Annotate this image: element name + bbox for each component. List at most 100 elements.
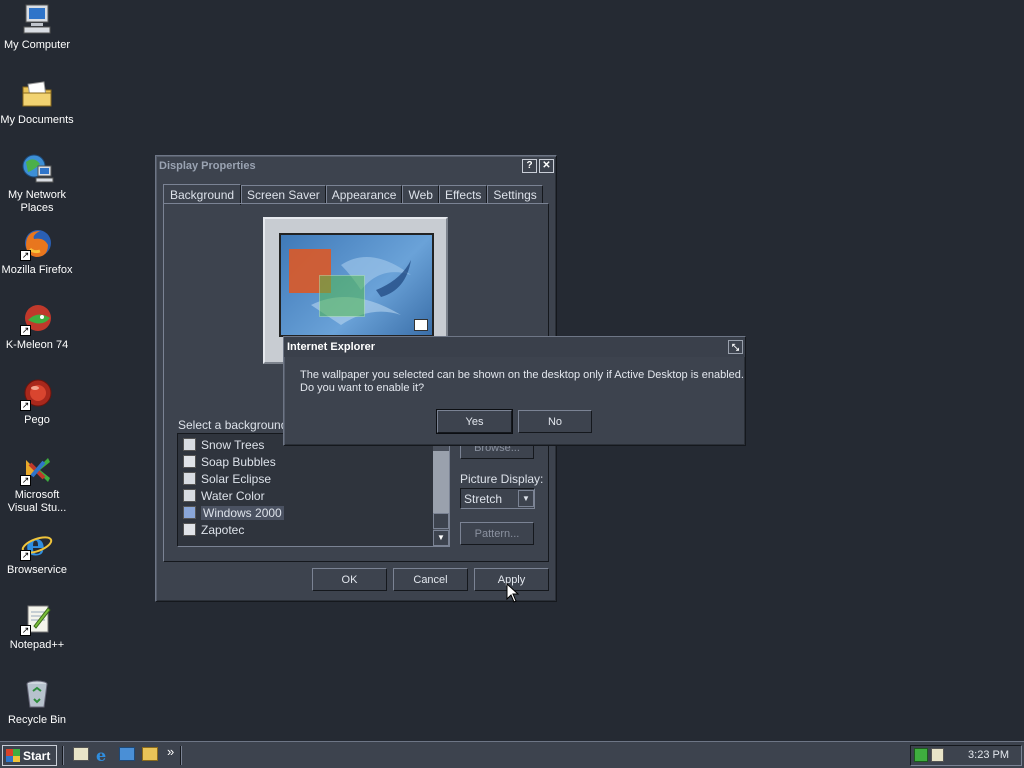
close-button[interactable]: ✕ bbox=[539, 158, 554, 173]
tab-web[interactable]: Web bbox=[402, 185, 439, 204]
wallpaper-file-icon bbox=[183, 506, 196, 519]
list-item[interactable]: Zapotec bbox=[178, 521, 449, 538]
help-button[interactable]: ? bbox=[522, 158, 537, 173]
cancel-button[interactable]: Cancel bbox=[393, 568, 468, 591]
yes-button[interactable]: Yes bbox=[436, 409, 513, 434]
wallpaper-file-icon bbox=[183, 472, 196, 485]
notepad-icon: ↗ bbox=[20, 602, 54, 636]
scrollbar-track[interactable] bbox=[433, 513, 449, 529]
desktop-icon-label: Pego bbox=[24, 414, 50, 426]
scroll-down-button[interactable]: ▼ bbox=[433, 530, 449, 546]
quick-launch-show-desktop[interactable] bbox=[73, 747, 89, 763]
list-item[interactable]: Solar Eclipse bbox=[178, 470, 449, 487]
desktop-icon-my-documents[interactable]: My Documents bbox=[0, 77, 74, 127]
windows-logo-icon bbox=[6, 749, 20, 762]
folder-icon bbox=[20, 77, 54, 111]
shortcut-arrow-icon: ↗ bbox=[20, 250, 31, 261]
list-item[interactable]: Soap Bubbles bbox=[178, 453, 449, 470]
desktop-icon-browservice[interactable]: e ↗ Browservice bbox=[0, 527, 74, 577]
shortcut-arrow-icon: ↗ bbox=[20, 550, 31, 561]
shortcut-arrow-icon: ↗ bbox=[20, 325, 31, 336]
dialog-message: The wallpaper you selected can be shown … bbox=[300, 369, 744, 395]
email-icon bbox=[119, 747, 135, 761]
start-button[interactable]: Start bbox=[2, 745, 57, 766]
pattern-button[interactable]: Pattern... bbox=[460, 522, 534, 545]
system-tray: 3:23 PM bbox=[910, 745, 1022, 766]
scrollbar-thumb[interactable] bbox=[433, 451, 449, 513]
dialog-title-bar[interactable]: Internet Explorer ⤡ bbox=[284, 337, 745, 357]
tab-strip: Background Screen Saver Appearance Web E… bbox=[163, 184, 543, 205]
wallpaper-file-icon bbox=[183, 489, 196, 502]
desktop-icon-notepad[interactable]: ↗ Notepad++ bbox=[0, 602, 74, 652]
picture-display-value: Stretch bbox=[464, 491, 503, 506]
desktop-icon-kmeleon[interactable]: ↗ K-Meleon 74 bbox=[0, 302, 74, 352]
quick-launch-explorer[interactable] bbox=[142, 747, 158, 763]
desktop-icon-firefox[interactable]: ↗ Mozilla Firefox bbox=[0, 227, 74, 277]
clock[interactable]: 3:23 PM bbox=[968, 749, 1009, 761]
start-label: Start bbox=[23, 748, 51, 763]
tab-background[interactable]: Background bbox=[163, 184, 242, 205]
desktop-icon-visual-studio[interactable]: ↗ Microsoft Visual Stu... bbox=[0, 452, 74, 515]
picture-display-select[interactable]: Stretch ▼ bbox=[460, 488, 535, 509]
ie-icon: e bbox=[96, 746, 107, 765]
quick-launch-ie[interactable]: e bbox=[96, 746, 112, 765]
background-list-label: Select a background p bbox=[178, 418, 298, 432]
list-item[interactable]: Water Color bbox=[178, 487, 449, 504]
close-icon: ⤡ bbox=[731, 342, 740, 352]
title-bar[interactable]: Display Properties ? ✕ bbox=[156, 156, 556, 175]
desktop-icon-label: K-Meleon 74 bbox=[5, 339, 69, 351]
pego-icon: ↗ bbox=[20, 377, 54, 411]
desktop-icon-label: Recycle Bin bbox=[7, 714, 67, 726]
desktop-icon-label: My Network Places bbox=[7, 189, 67, 214]
chevron-down-icon: ▼ bbox=[518, 490, 534, 507]
computer-icon bbox=[20, 2, 54, 36]
windows-flag-icon bbox=[414, 319, 428, 331]
taskbar-separator bbox=[180, 746, 182, 765]
paint-brush-icon bbox=[183, 523, 196, 536]
list-scrollbar[interactable]: ▼ bbox=[433, 434, 449, 546]
dialog-message-line-1: The wallpaper you selected can be shown … bbox=[300, 369, 744, 381]
network-icon bbox=[20, 152, 54, 186]
mouse-cursor bbox=[506, 582, 520, 603]
desktop-icon-label: Mozilla Firefox bbox=[1, 264, 73, 276]
show-desktop-icon bbox=[73, 747, 89, 761]
desktop-icon-label: Microsoft Visual Stu... bbox=[7, 489, 67, 514]
tab-appearance[interactable]: Appearance bbox=[325, 185, 403, 204]
picture-display-label: Picture Display: bbox=[460, 472, 544, 486]
desktop-icon-recycle-bin[interactable]: Recycle Bin bbox=[0, 677, 74, 727]
list-item-selected[interactable]: Windows 2000 bbox=[178, 504, 449, 521]
kmeleon-icon: ↗ bbox=[20, 302, 54, 336]
shortcut-arrow-icon: ↗ bbox=[20, 625, 31, 636]
no-button[interactable]: No bbox=[518, 410, 592, 433]
quick-launch-more[interactable]: » bbox=[167, 744, 174, 759]
wallpaper-listbox[interactable]: Snow Trees Soap Bubbles Solar Eclipse Wa… bbox=[177, 433, 450, 547]
folder-search-icon bbox=[142, 747, 158, 761]
help-icon: ? bbox=[526, 159, 533, 171]
ok-button[interactable]: OK bbox=[312, 568, 387, 591]
tab-screen-saver[interactable]: Screen Saver bbox=[241, 185, 326, 204]
firefox-icon: ↗ bbox=[20, 227, 54, 261]
dialog-close-button[interactable]: ⤡ bbox=[728, 340, 743, 354]
desktop-icon-network[interactable]: My Network Places bbox=[0, 152, 74, 215]
recycle-bin-icon bbox=[20, 677, 54, 711]
quick-launch-outlook[interactable] bbox=[119, 747, 135, 763]
desktop-icon-label: Browservice bbox=[7, 564, 67, 576]
arrow-down-icon: ▼ bbox=[437, 533, 445, 542]
ie-icon: e ↗ bbox=[20, 527, 54, 563]
volume-tray-icon[interactable] bbox=[931, 748, 944, 762]
dialog-title: Internet Explorer bbox=[287, 341, 376, 353]
desktop-icon-pego[interactable]: ↗ Pego bbox=[0, 377, 74, 427]
desktop-icon-my-computer[interactable]: My Computer bbox=[0, 2, 74, 52]
desktop-icon-label: My Documents bbox=[0, 114, 74, 126]
dialog-message-line-2: Do you want to enable it? bbox=[300, 382, 425, 394]
visual-studio-icon: ↗ bbox=[20, 452, 54, 486]
wallpaper-file-icon bbox=[183, 438, 196, 451]
network-tray-icon[interactable] bbox=[914, 748, 928, 762]
tab-settings[interactable]: Settings bbox=[487, 185, 543, 204]
tab-effects[interactable]: Effects bbox=[438, 185, 488, 204]
desktop-icon-label: My Computer bbox=[3, 39, 71, 51]
shortcut-arrow-icon: ↗ bbox=[20, 400, 31, 411]
windows-logo-green-square bbox=[319, 275, 365, 317]
taskbar: Start e » 3:23 PM bbox=[0, 741, 1024, 768]
desktop-icon-label: Notepad++ bbox=[9, 639, 65, 651]
